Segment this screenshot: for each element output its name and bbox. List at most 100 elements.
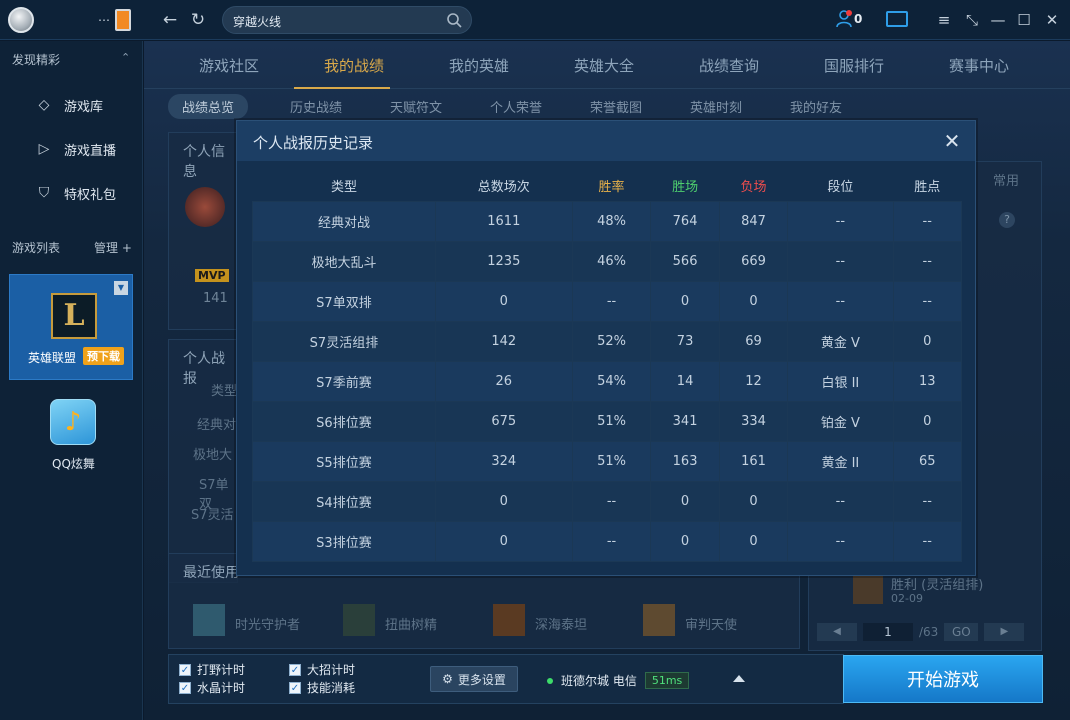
common-filter[interactable]: 常用 (993, 170, 1019, 189)
table-cell: 0 (892, 400, 962, 442)
notification-count: 0 (854, 12, 863, 26)
checkbox-skill-cost[interactable]: ✓ 技能消耗 (289, 679, 355, 696)
back-arrow-icon[interactable]: ← (159, 9, 181, 31)
table-cell: 12 (718, 360, 789, 402)
col-wins: 胜场 (672, 180, 699, 196)
table-cell: 324 (434, 440, 573, 482)
app-logo[interactable] (8, 7, 34, 33)
mail-icon[interactable] (886, 11, 908, 27)
qq-dance-icon[interactable]: ♪ (50, 399, 96, 445)
shrink-icon[interactable]: ⤡ (962, 10, 982, 30)
mvp-count: 141 (203, 291, 228, 306)
table-cell: -- (571, 480, 652, 522)
subtab-overview[interactable]: 战绩总览 (168, 94, 249, 119)
table-cell: 669 (718, 240, 789, 282)
help-icon[interactable]: ? (999, 212, 1015, 228)
match-hero-portrait[interactable] (853, 574, 883, 604)
more-settings-button[interactable]: ⚙ 更多设置 (430, 666, 518, 692)
col-rank: 段位 (827, 180, 854, 196)
start-game-button[interactable]: 开始游戏 (843, 655, 1043, 703)
tab-my-record[interactable]: 我的战绩 (324, 55, 384, 76)
check-icon: ✓ (179, 663, 191, 676)
more-settings-label: 更多设置 (457, 672, 506, 687)
maximize-icon[interactable]: ☐ (1014, 10, 1034, 30)
table-cell: 0 (718, 480, 789, 522)
ping-badge: 51ms (644, 672, 690, 689)
table-cell: 334 (718, 400, 789, 442)
subtab-runes[interactable]: 天赋符文 (390, 97, 442, 116)
table-cell: S7季前赛 (252, 360, 436, 402)
col-type: 类型 (330, 180, 357, 196)
table-row: S3排位赛 0 -- 0 0 -- -- (252, 520, 962, 562)
hero-portrait[interactable] (343, 604, 375, 636)
tab-community[interactable]: 游戏社区 (199, 55, 259, 76)
col-losses: 负场 (740, 180, 767, 196)
hero-portrait[interactable] (493, 604, 525, 636)
game-name[interactable]: QQ炫舞 (52, 455, 95, 472)
record-col-type: 类型 (211, 384, 238, 399)
table-cell: S7单双排 (252, 280, 436, 322)
checkbox-label: 大招计时 (307, 663, 356, 677)
checkbox-label: 技能消耗 (307, 681, 356, 695)
table-cell: 52% (571, 320, 652, 362)
next-page-button[interactable]: ▶ (984, 623, 1025, 641)
tab-my-heroes[interactable]: 我的英雄 (449, 55, 509, 76)
search-icon[interactable] (446, 12, 462, 28)
minimize-icon[interactable]: — (988, 10, 1008, 30)
checkbox-crystal-timer[interactable]: ✓ 水晶计时 (179, 679, 245, 696)
table-cell: S6排位赛 (252, 400, 436, 442)
refresh-icon[interactable]: ↻ (187, 9, 209, 31)
close-window-icon[interactable]: ✕ (1042, 10, 1062, 30)
user-icon[interactable] (836, 10, 852, 28)
page-input[interactable]: 1 (863, 623, 913, 641)
go-button[interactable]: GO (944, 623, 979, 641)
table-cell: -- (571, 280, 652, 322)
table-cell: 69 (718, 320, 789, 362)
table-cell: 极地大乱斗 (252, 240, 436, 282)
table-cell: 0 (718, 520, 789, 562)
gear-icon: ⚙ (442, 672, 453, 686)
subtab-friends[interactable]: 我的好友 (790, 97, 842, 116)
personal-info-title: 个人信息 (183, 144, 225, 180)
search-input[interactable] (233, 12, 433, 30)
check-icon: ✓ (289, 681, 301, 694)
prev-page-button[interactable]: ◀ (817, 623, 857, 641)
game-card-lol[interactable]: L ▼ 英雄联盟 预下载 (9, 274, 133, 380)
subtab-hero-moments[interactable]: 英雄时刻 (690, 97, 742, 116)
more-dots-icon[interactable]: … (98, 10, 110, 24)
phone-icon[interactable] (115, 9, 131, 31)
pre-download-badge[interactable]: 预下载 (83, 347, 124, 365)
subtab-screenshots[interactable]: 荣誉截图 (590, 97, 642, 116)
collapse-icon[interactable]: ⌃ (121, 51, 130, 64)
hero-portrait[interactable] (643, 604, 675, 636)
table-cell: 0 (434, 480, 573, 522)
checkbox-ult-timer[interactable]: ✓ 大招计时 (289, 661, 355, 678)
subtab-history[interactable]: 历史战绩 (290, 97, 342, 116)
tab-record-search[interactable]: 战绩查询 (699, 55, 759, 76)
table-cell: -- (892, 240, 962, 282)
hero-name: 扭曲树精 (385, 618, 438, 633)
checkbox-jungle-timer[interactable]: ✓ 打野计时 (179, 661, 245, 678)
manage-button[interactable]: 管理 + (94, 239, 132, 256)
sidebar-item-gifts[interactable]: ⛉ 特权礼包 (36, 181, 136, 205)
table-cell: 0 (650, 280, 720, 322)
sidebar-item-game-library[interactable]: ◇ 游戏库 (36, 93, 136, 117)
search-box[interactable] (222, 6, 472, 34)
tab-server-ranking[interactable]: 国服排行 (824, 55, 884, 76)
discover-title: 发现精彩 (12, 53, 61, 67)
games-list-title: 游戏列表 (12, 241, 61, 255)
close-icon[interactable]: ✕ (941, 130, 963, 152)
server-status[interactable]: 班德尔城 电信 51ms (547, 672, 690, 689)
chevron-down-icon[interactable]: ▼ (114, 281, 128, 295)
subtab-honors[interactable]: 个人荣誉 (490, 97, 542, 116)
avatar[interactable] (185, 187, 225, 227)
chevron-up-icon[interactable] (733, 675, 745, 682)
table-cell: 0 (650, 520, 720, 562)
sidebar-item-live[interactable]: ▷ 游戏直播 (36, 137, 136, 161)
table-cell: 0 (434, 520, 573, 562)
tab-events[interactable]: 赛事中心 (949, 55, 1009, 76)
hero-portrait[interactable] (193, 604, 225, 636)
tab-hero-encyclopedia[interactable]: 英雄大全 (574, 55, 634, 76)
hero-name: 审判天使 (685, 618, 738, 633)
menu-icon[interactable]: ≡ (934, 10, 954, 30)
